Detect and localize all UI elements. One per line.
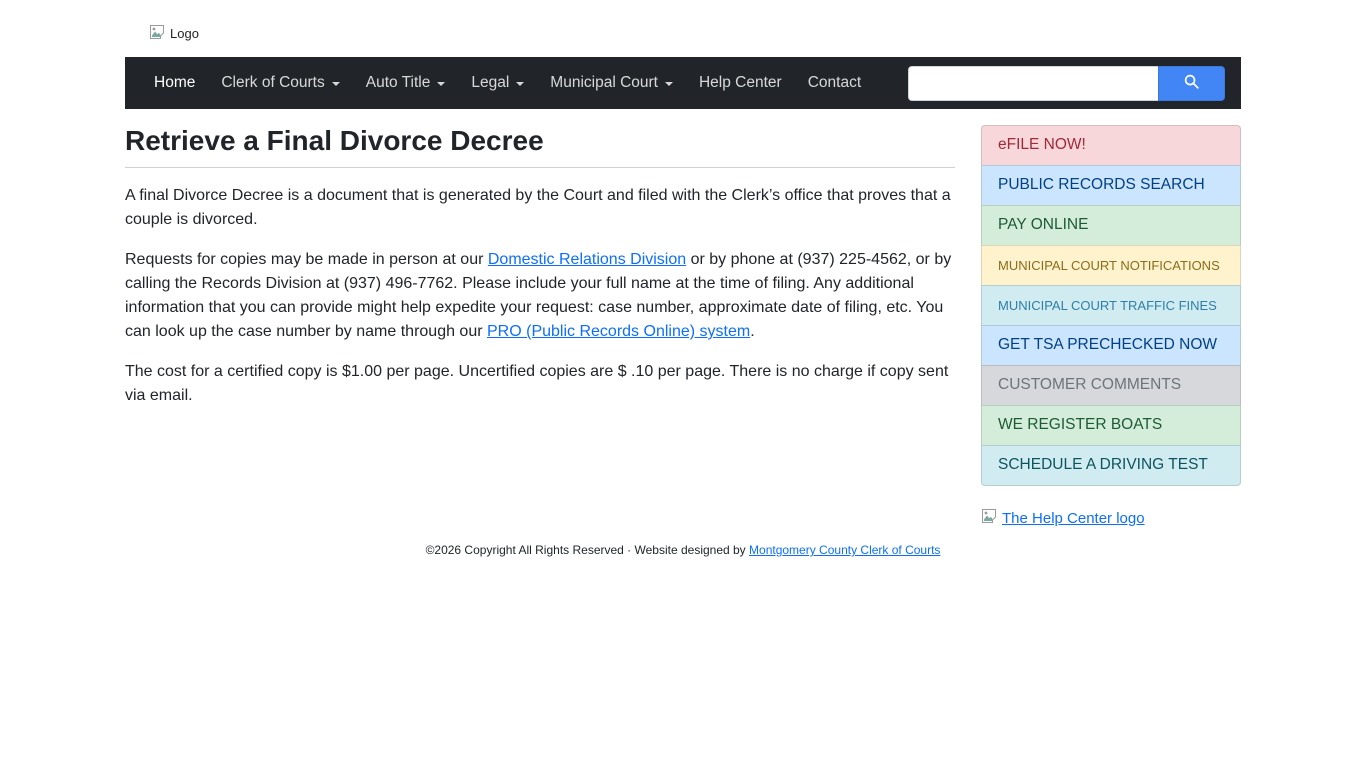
nav-item-label: Auto Title: [366, 74, 431, 92]
nav-item-label: Contact: [808, 74, 861, 92]
logo-link[interactable]: Logo: [149, 24, 199, 43]
nav-item-label: Clerk of Courts: [221, 74, 324, 92]
footer-clerk-link[interactable]: Montgomery County Clerk of Courts: [749, 543, 940, 557]
nav-item-legal[interactable]: Legal: [458, 66, 537, 100]
sidebar-item-municipal-court-traffic-fines[interactable]: MUNICIPAL COURT TRAFFIC FINES: [981, 285, 1241, 326]
sidebar-item-municipal-court-notifications[interactable]: MUNICIPAL COURT NOTIFICATIONS: [981, 245, 1241, 286]
footer-copyright-text: ©2026 Copyright All Rights Reserved · We…: [426, 543, 749, 557]
sidebar-item-public-records-search[interactable]: PUBLIC RECORDS SEARCH: [981, 165, 1241, 206]
pro-public-records-online-link[interactable]: PRO (Public Records Online) system: [487, 323, 750, 340]
caret-down-icon: [665, 82, 673, 86]
logo-alt-text: Logo: [170, 26, 199, 41]
search-form: [908, 66, 1225, 101]
search-input[interactable]: [908, 66, 1158, 101]
nav-item-home[interactable]: Home: [141, 66, 208, 100]
page: Logo Home Clerk of Courts Auto Title Leg…: [0, 0, 1366, 768]
domestic-relations-division-link[interactable]: Domestic Relations Division: [488, 251, 686, 268]
nav-item-label: Legal: [471, 74, 509, 92]
main-navbar: Home Clerk of Courts Auto Title Legal Mu…: [125, 57, 1241, 109]
nav-item-municipal-court[interactable]: Municipal Court: [537, 66, 686, 100]
sidebar-item-efile-now[interactable]: eFILE NOW!: [981, 125, 1241, 166]
main-content: Retrieve a Final Divorce Decree A final …: [125, 117, 955, 529]
sidebar-item-schedule-driving-test[interactable]: SCHEDULE A DRIVING TEST: [981, 445, 1241, 486]
search-icon: [1183, 73, 1200, 93]
sidebar-item-pay-online[interactable]: PAY ONLINE: [981, 205, 1241, 246]
caret-down-icon: [437, 82, 445, 86]
broken-image-icon: [149, 24, 165, 43]
sidebar-item-get-tsa-prechecked[interactable]: GET TSA PRECHECKED NOW: [981, 325, 1241, 366]
broken-image-icon: [981, 508, 997, 528]
footer: ©2026 Copyright All Rights Reserved · We…: [125, 543, 1241, 577]
sidebar-list-group: eFILE NOW! PUBLIC RECORDS SEARCH PAY ONL…: [981, 125, 1241, 486]
paragraph-cost: The cost for a certified copy is $1.00 p…: [125, 360, 955, 408]
container: Logo Home Clerk of Courts Auto Title Leg…: [125, 0, 1241, 577]
nav-item-label: Municipal Court: [550, 74, 658, 92]
help-center-logo-link[interactable]: The Help Center logo: [981, 508, 1145, 528]
nav-item-help-center[interactable]: Help Center: [686, 66, 795, 100]
paragraph-requests-text-1: Requests for copies may be made in perso…: [125, 251, 488, 268]
page-title: Retrieve a Final Divorce Decree: [125, 125, 955, 157]
paragraph-requests: Requests for copies may be made in perso…: [125, 248, 955, 344]
paragraph-requests-text-3: .: [750, 323, 754, 340]
title-divider: [125, 167, 955, 168]
paragraph-intro: A final Divorce Decree is a document tha…: [125, 184, 955, 232]
nav-links: Home Clerk of Courts Auto Title Legal Mu…: [141, 66, 908, 100]
nav-item-clerk-of-courts[interactable]: Clerk of Courts: [208, 66, 352, 100]
sidebar-item-customer-comments[interactable]: CUSTOMER COMMENTS: [981, 365, 1241, 406]
nav-item-label: Home: [154, 74, 195, 92]
nav-item-contact[interactable]: Contact: [795, 66, 874, 100]
caret-down-icon: [516, 82, 524, 86]
content-row: Retrieve a Final Divorce Decree A final …: [125, 109, 1241, 529]
nav-item-label: Help Center: [699, 74, 782, 92]
sidebar-item-we-register-boats[interactable]: WE REGISTER BOATS: [981, 405, 1241, 446]
search-button[interactable]: [1158, 66, 1225, 101]
sidebar: eFILE NOW! PUBLIC RECORDS SEARCH PAY ONL…: [981, 117, 1241, 529]
help-center-logo-alt-text: The Help Center logo: [1002, 510, 1145, 527]
site-header: Logo: [125, 0, 1241, 57]
nav-item-auto-title[interactable]: Auto Title: [353, 66, 459, 100]
caret-down-icon: [332, 82, 340, 86]
